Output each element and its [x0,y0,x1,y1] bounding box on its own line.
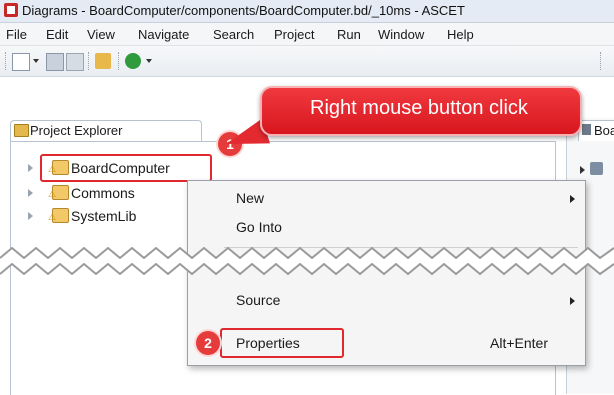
toolbar-separator [88,52,90,70]
toolbar [0,46,614,77]
menu-help[interactable]: Help [447,27,474,42]
context-menu-item-new[interactable]: New [236,190,264,206]
step-badge-2: 2 [196,331,220,355]
expand-arrow-icon[interactable] [28,164,33,172]
menu-window[interactable]: Window [378,27,424,42]
window-title: Diagrams - BoardComputer/components/Boar… [22,3,465,18]
tree-item-commons[interactable]: Commons [28,183,188,203]
menu-run[interactable]: Run [337,27,361,42]
context-menu-item-source[interactable]: Source [236,292,280,308]
menu-file[interactable]: File [6,27,27,42]
menu-bar: File Edit View Navigate Search Project R… [0,23,614,46]
toolbar-separator [118,52,120,70]
project-warning-icon [48,208,69,223]
submenu-arrow-icon [570,297,575,305]
highlight-boardcomputer [40,154,212,182]
tree-item-label: Commons [71,185,135,201]
properties-shortcut: Alt+Enter [490,335,548,351]
menu-navigate[interactable]: Navigate [138,27,189,42]
menu-edit[interactable]: Edit [46,27,68,42]
run-icon[interactable] [125,53,141,69]
submenu-arrow-icon [570,195,575,203]
tab-project-explorer-label: Project Explorer [30,123,123,138]
highlight-properties [220,328,344,358]
editor-tab-icon [582,124,591,135]
menu-view[interactable]: View [87,27,115,42]
save-icon[interactable] [46,53,64,71]
tree-item-label: SystemLib [71,208,137,224]
project-explorer-icon [14,124,29,137]
toolbar-separator [600,52,602,70]
app-icon [4,3,18,17]
project-warning-icon [48,185,69,200]
new-icon[interactable] [12,53,30,71]
menu-project[interactable]: Project [274,27,314,42]
toolbar-separator [5,52,7,70]
expand-arrow-icon[interactable] [28,189,33,197]
expand-arrow-icon[interactable] [580,166,585,174]
expand-arrow-icon[interactable] [28,212,33,220]
save-all-icon[interactable] [66,53,84,71]
tab-editor-label: Boa [594,123,614,138]
context-menu-item-go-into[interactable]: Go Into [236,219,282,235]
chevron-down-icon[interactable] [146,59,152,63]
build-icon[interactable] [95,53,111,69]
tree-item-systemlib[interactable]: SystemLib [28,206,188,226]
diagram-node-icon [590,162,603,175]
callout-text: Right mouse button click [310,97,528,119]
break-line [0,246,614,276]
chevron-down-icon[interactable] [33,59,39,63]
menu-search[interactable]: Search [213,27,254,42]
